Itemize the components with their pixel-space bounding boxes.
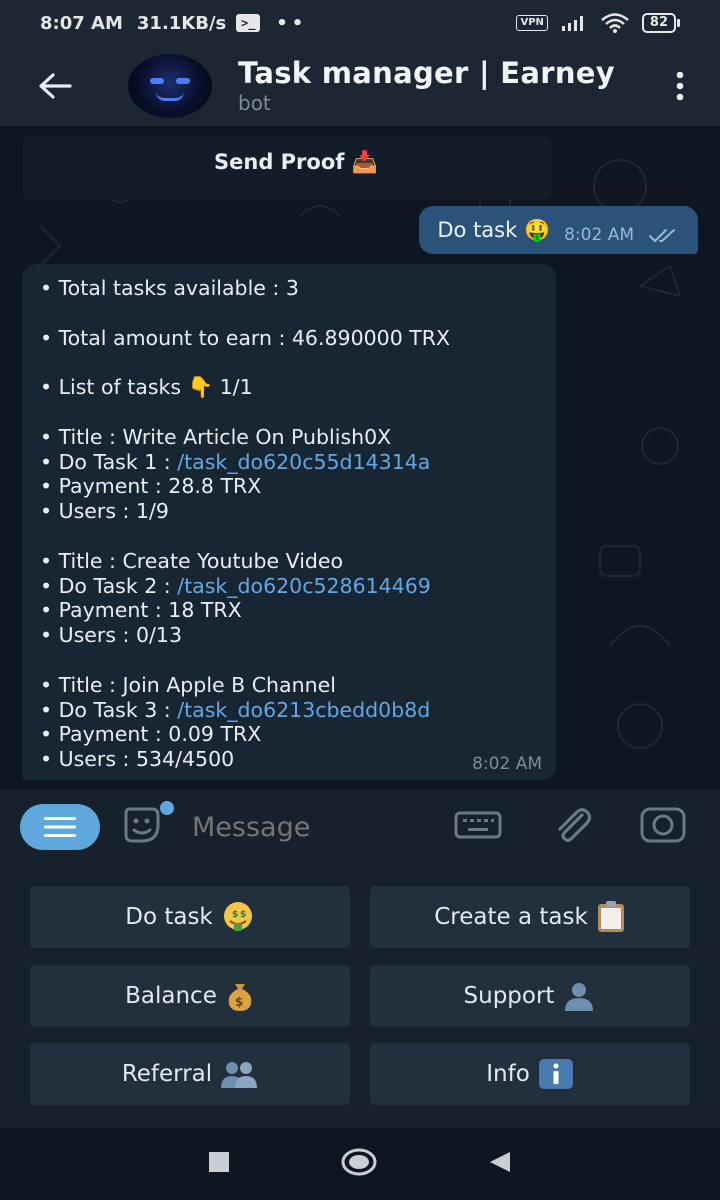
person-silhouette-icon — [562, 981, 596, 1011]
outgoing-message-text: Do task 🤑 — [437, 217, 551, 242]
bot-keyboard-button[interactable] — [454, 811, 502, 843]
referral-button[interactable]: Referral — [30, 1043, 350, 1105]
more-menu-button[interactable] — [640, 46, 720, 126]
do-task-label: Do task — [125, 904, 213, 930]
message-line: • Payment : 18 TRX — [40, 598, 242, 623]
message-line: • Users : 1/9 — [40, 499, 169, 524]
message-line: • Title : Join Apple B Channel — [40, 672, 336, 697]
svg-text:$: $ — [235, 995, 243, 1009]
chat-title: Task manager | Earney — [238, 56, 615, 90]
back-button[interactable] — [0, 46, 110, 126]
message-line: • Users : 0/13 — [40, 623, 182, 648]
new-stickers-dot — [160, 801, 174, 815]
camera-icon — [640, 807, 686, 843]
info-button[interactable]: Info — [370, 1043, 690, 1105]
task-1-command-link[interactable]: /task_do620c55d14314a — [177, 450, 430, 474]
do-task-1-label: • Do Task 1 : — [40, 449, 178, 474]
paperclip-icon — [558, 808, 592, 842]
notification-dots: •• — [276, 12, 308, 34]
message-line: • Payment : 28.8 TRX — [40, 474, 262, 499]
bot-avatar[interactable] — [128, 54, 212, 118]
message-input[interactable] — [192, 811, 442, 843]
network-speed: 31.1KB/s — [136, 12, 227, 34]
task-3-command-link[interactable]: /task_do6213cbedd0b8d — [177, 698, 430, 722]
attach-button[interactable] — [552, 807, 592, 847]
message-line: • Do Task 3 : /task_do6213cbedd0b8d — [40, 698, 538, 723]
message-line: • Do Task 2 : /task_do620c528614469 — [40, 574, 538, 599]
svg-text:$: $ — [240, 910, 246, 920]
back-nav-button[interactable] — [488, 1150, 512, 1178]
chat-subtitle: bot — [238, 91, 271, 115]
bot-menu-button[interactable] — [20, 804, 100, 850]
sticker-button[interactable] — [122, 801, 174, 849]
support-label: Support — [463, 983, 555, 1009]
message-line: • Do Task 1 : /task_do620c55d14314a — [40, 450, 538, 475]
status-time: 8:07 AM — [40, 12, 123, 34]
create-task-label: Create a task — [434, 904, 588, 930]
support-button[interactable]: Support — [370, 965, 690, 1027]
terminal-icon: >_ — [236, 14, 261, 32]
do-task-2-label: • Do Task 2 : — [40, 573, 178, 598]
do-task-button[interactable]: Do task $ $ — [30, 886, 350, 948]
square-icon — [209, 1152, 229, 1172]
chat-header: Task manager | Earney bot — [0, 46, 720, 126]
hamburger-icon — [44, 817, 76, 837]
message-line: • Total amount to earn : 46.890000 TRX — [40, 325, 451, 350]
vpn-badge: VPN — [516, 15, 548, 31]
battery-level: 82 — [641, 13, 676, 33]
money-mouth-face-icon: $ $ — [221, 900, 255, 934]
outgoing-message-time: 8:02 AM — [564, 225, 634, 245]
message-line: • Title : Write Article On Publish0X — [40, 424, 392, 449]
message-line: • Payment : 0.09 TRX — [40, 722, 262, 747]
message-line: • Total tasks available : 3 — [40, 276, 299, 300]
task-2-command-link[interactable]: /task_do620c528614469 — [177, 574, 431, 598]
svg-text:$: $ — [232, 910, 238, 920]
circle-home-icon — [341, 1148, 377, 1176]
home-button[interactable] — [340, 1148, 378, 1180]
bot-keyboard: Do task $ $ Create a task Balance $ Supp… — [0, 864, 720, 1128]
inbox-tray-icon: 📥 — [351, 150, 378, 174]
wifi-icon — [601, 13, 629, 33]
outgoing-message[interactable]: Do task 🤑 8:02 AM — [419, 206, 698, 254]
balance-label: Balance — [125, 983, 217, 1009]
incoming-message[interactable]: • Total tasks available : 3 • Total amou… — [22, 264, 556, 780]
send-proof-text: Send Proof — [214, 150, 345, 174]
send-proof-label[interactable]: Send Proof 📥 — [214, 150, 378, 175]
money-bag-icon: $ — [225, 980, 255, 1012]
message-line: • Title : Create Youtube Video — [40, 548, 344, 573]
clipboard-icon — [596, 900, 626, 934]
system-navigation-bar — [0, 1128, 720, 1200]
triangle-back-icon — [490, 1152, 510, 1172]
message-line: • Users : 534/4500 — [40, 747, 235, 772]
message-line: • List of tasks 👇 1/1 — [40, 375, 253, 400]
incoming-message-time: 8:02 AM — [472, 754, 542, 774]
back-arrow-icon — [39, 73, 72, 99]
referral-label: Referral — [121, 1061, 213, 1087]
balance-button[interactable]: Balance $ — [30, 965, 350, 1027]
chat-area[interactable]: Send Proof 📥 Do task 🤑 8:02 AM • Total t… — [0, 126, 720, 790]
do-task-3-label: • Do Task 3 : — [40, 697, 178, 722]
chat-title-block[interactable]: Task manager | Earney bot — [238, 56, 615, 116]
more-vertical-icon — [676, 71, 684, 101]
create-task-button[interactable]: Create a task — [370, 886, 690, 948]
status-bar: 8:07 AM 31.1KB/s >_ •• VPN 82 — [0, 0, 720, 46]
keyboard-icon — [454, 811, 502, 839]
info-label: Info — [486, 1061, 530, 1087]
people-silhouette-icon — [220, 1060, 258, 1088]
message-input-bar — [0, 790, 720, 864]
recents-button[interactable] — [208, 1151, 230, 1177]
camera-button[interactable] — [640, 807, 686, 847]
double-check-icon — [649, 229, 675, 242]
signal-icon — [561, 16, 583, 31]
information-icon — [538, 1058, 574, 1090]
battery-icon: 82 — [641, 13, 680, 33]
